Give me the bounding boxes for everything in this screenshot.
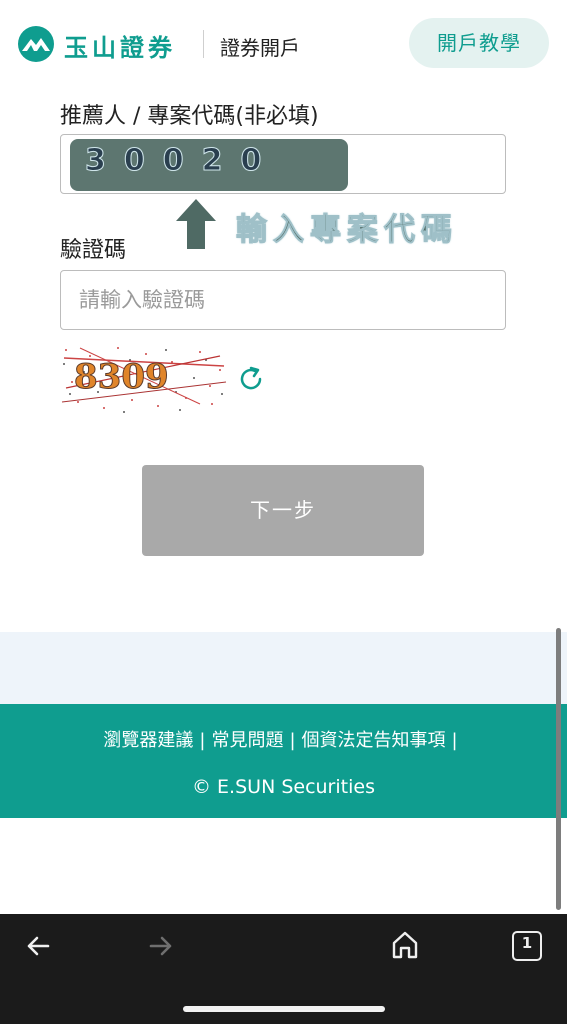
brand-name[interactable]: 玉山證券 xyxy=(64,28,176,63)
arrow-right-icon[interactable] xyxy=(145,930,177,962)
tutorial-button[interactable]: 開戶教學 xyxy=(409,18,549,68)
footer-links: 瀏覽器建議 | 常見問題 | 個資法定告知事項 | xyxy=(103,730,458,751)
tabs-icon[interactable]: 1 xyxy=(512,931,542,961)
captcha-label: 驗證碼 xyxy=(60,238,127,263)
captcha-field[interactable] xyxy=(60,270,506,330)
header-divider xyxy=(203,30,204,58)
scrollbar[interactable] xyxy=(556,628,561,910)
referral-code-label: 推薦人 / 專案代碼(非必填) xyxy=(60,104,319,129)
next-step-button[interactable]: 下一步 xyxy=(142,465,424,556)
app-header: 玉山證券 證券開戶 開戶教學 xyxy=(0,0,567,88)
referral-code-input[interactable]: 30020 xyxy=(60,134,506,194)
captcha-input[interactable] xyxy=(62,272,502,328)
copyright: © E.SUN Securities xyxy=(192,776,375,798)
captcha-image: 8309 xyxy=(60,342,228,416)
mountain-logo-icon[interactable] xyxy=(18,26,54,62)
arrow-left-icon[interactable] xyxy=(22,930,54,962)
captcha-text: 8309 xyxy=(74,357,169,397)
page-subtitle: 證券開戶 xyxy=(220,36,300,60)
referral-code-value: 30020 xyxy=(84,143,280,179)
annotation-label: 輸入專案代碼 xyxy=(236,212,458,249)
footer-link-privacy-notice[interactable]: 個資法定告知事項 xyxy=(302,730,446,751)
tabs-count: 1 xyxy=(521,934,533,952)
home-icon[interactable] xyxy=(389,929,421,961)
footer: 瀏覽器建議 | 常見問題 | 個資法定告知事項 | © E.SUN Securities xyxy=(0,704,567,818)
footer-link-browser-advice[interactable]: 瀏覽器建議 xyxy=(103,730,193,751)
browser-toolbar: 1 xyxy=(0,914,567,1024)
refresh-icon[interactable] xyxy=(236,364,266,394)
footer-link-faq[interactable]: 常見問題 xyxy=(211,730,283,751)
arrow-up-icon xyxy=(176,199,216,249)
footer-spacer xyxy=(0,632,567,704)
home-indicator[interactable] xyxy=(183,1006,385,1012)
